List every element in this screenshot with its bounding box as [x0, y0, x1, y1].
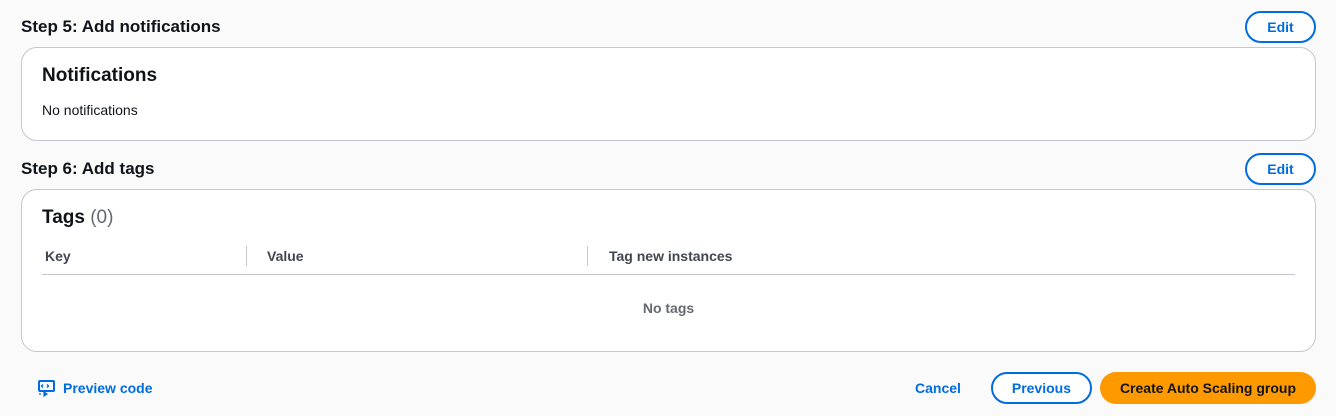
column-header-tag-new-instances[interactable]: Tag new instances [609, 246, 732, 266]
step6-edit-button[interactable]: Edit [1245, 153, 1316, 185]
footer-actions: Preview code Cancel Previous Create Auto… [21, 372, 1316, 404]
notifications-panel-title: Notifications [42, 65, 158, 86]
step6-title: Step 6: Add tags [21, 159, 155, 178]
previous-button[interactable]: Previous [990, 372, 1092, 404]
code-preview-icon [38, 379, 56, 397]
tags-count: (0) [90, 207, 114, 228]
column-header-value[interactable]: Value [267, 246, 304, 266]
column-divider[interactable] [587, 246, 588, 266]
column-divider[interactable] [246, 246, 247, 266]
preview-code-label: Preview code [63, 380, 153, 396]
tags-table-header: Key Value Tag new instances [42, 246, 1295, 275]
step5-title: Step 5: Add notifications [21, 17, 221, 36]
column-header-key[interactable]: Key [45, 246, 71, 266]
review-page: Step 5: Add notifications Edit Notificat… [0, 0, 1336, 416]
notifications-panel: Notifications No notifications [21, 47, 1316, 141]
step6-header: Step 6: Add tags Edit [21, 153, 1316, 185]
tags-title-text: Tags [42, 207, 85, 228]
cancel-button[interactable]: Cancel [895, 372, 981, 404]
tags-panel: Tags (0) Key Value Tag new instances No … [21, 189, 1316, 352]
create-auto-scaling-group-button[interactable]: Create Auto Scaling group [1099, 372, 1316, 404]
preview-code-link[interactable]: Preview code [38, 379, 153, 397]
notifications-empty-text: No notifications [42, 102, 138, 118]
step5-header: Step 5: Add notifications Edit [21, 11, 1316, 43]
step5-edit-button[interactable]: Edit [1245, 11, 1316, 43]
tags-panel-title: Tags (0) [42, 207, 113, 229]
tags-empty-text: No tags [642, 300, 695, 316]
